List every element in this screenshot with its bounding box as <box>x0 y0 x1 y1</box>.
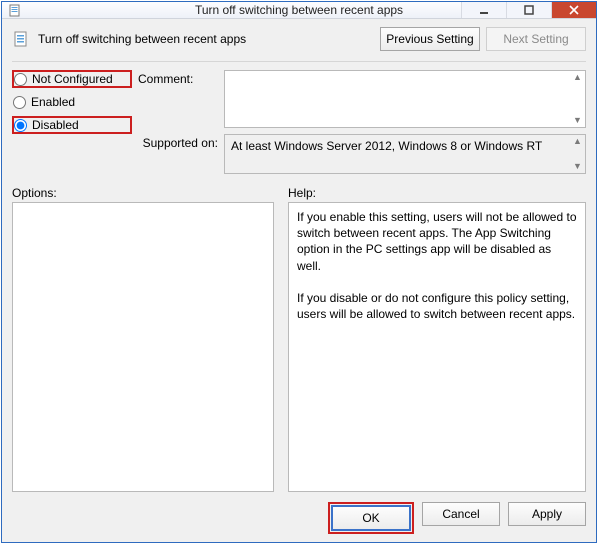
radio-not-configured-label: Not Configured <box>32 72 113 86</box>
app-icon <box>8 2 24 18</box>
supported-label: Supported on: <box>138 134 218 150</box>
next-setting-label: Next Setting <box>503 32 568 46</box>
header-row: Turn off switching between recent apps P… <box>12 27 586 51</box>
radio-enabled-label: Enabled <box>31 95 75 109</box>
button-bar: OK Cancel Apply <box>12 502 586 534</box>
policy-dialog: Turn off switching between recent apps <box>1 1 597 543</box>
radio-enabled-input[interactable] <box>13 96 26 109</box>
panel-labels: Options: Help: <box>12 186 586 200</box>
maximize-button[interactable] <box>506 2 551 18</box>
options-label: Options: <box>12 186 288 200</box>
radio-not-configured-input[interactable] <box>14 73 27 86</box>
state-radio-group: Not Configured Enabled Disabled <box>12 70 132 134</box>
options-panel[interactable] <box>12 202 274 492</box>
window-controls <box>461 2 596 18</box>
comment-field[interactable]: ▲▼ <box>224 70 586 128</box>
comment-label: Comment: <box>138 70 218 86</box>
radio-disabled-label: Disabled <box>32 118 79 132</box>
client-area: Turn off switching between recent apps P… <box>2 19 596 544</box>
ok-highlight: OK <box>328 502 414 534</box>
apply-button-label: Apply <box>532 507 562 521</box>
help-paragraph-1: If you enable this setting, users will n… <box>297 209 577 274</box>
minimize-button[interactable] <box>461 2 506 18</box>
policy-icon <box>12 29 32 49</box>
titlebar: Turn off switching between recent apps <box>2 2 596 19</box>
panels: If you enable this setting, users will n… <box>12 202 586 492</box>
page-title: Turn off switching between recent apps <box>38 32 374 46</box>
divider <box>12 61 586 62</box>
radio-disabled-input[interactable] <box>14 119 27 132</box>
comment-value <box>225 71 571 127</box>
help-label: Help: <box>288 186 316 200</box>
help-panel[interactable]: If you enable this setting, users will n… <box>288 202 586 492</box>
ok-button-label: OK <box>362 511 379 525</box>
radio-disabled[interactable]: Disabled <box>12 116 132 134</box>
radio-not-configured[interactable]: Not Configured <box>12 70 132 88</box>
previous-setting-label: Previous Setting <box>386 32 473 46</box>
ok-button[interactable]: OK <box>332 506 410 530</box>
previous-setting-button[interactable]: Previous Setting <box>380 27 480 51</box>
supported-field: At least Windows Server 2012, Windows 8 … <box>224 134 586 174</box>
supported-value: At least Windows Server 2012, Windows 8 … <box>225 135 571 173</box>
radio-enabled[interactable]: Enabled <box>12 94 132 110</box>
close-button[interactable] <box>551 2 596 18</box>
help-paragraph-2: If you disable or do not configure this … <box>297 290 577 322</box>
comment-scroll[interactable]: ▲▼ <box>571 71 585 127</box>
form-area: Not Configured Enabled Disabled Comment:… <box>12 70 586 174</box>
supported-scroll[interactable]: ▲▼ <box>571 135 585 173</box>
next-setting-button: Next Setting <box>486 27 586 51</box>
cancel-button-label: Cancel <box>442 507 479 521</box>
apply-button[interactable]: Apply <box>508 502 586 526</box>
cancel-button[interactable]: Cancel <box>422 502 500 526</box>
